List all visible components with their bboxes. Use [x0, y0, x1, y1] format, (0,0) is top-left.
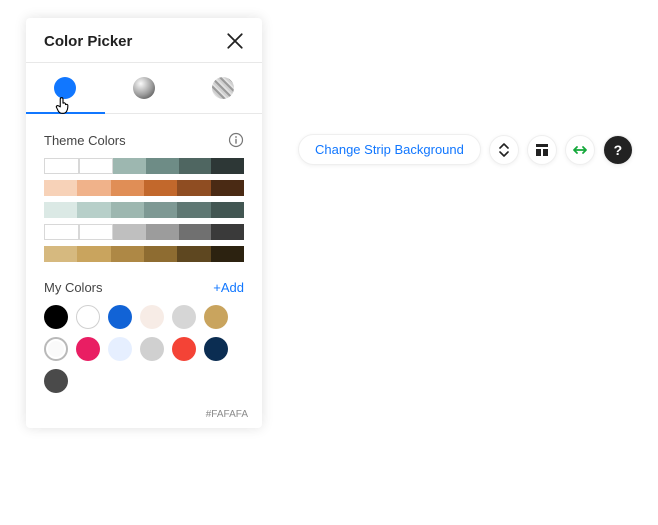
theme-color-row [44, 202, 244, 218]
my-color-swatch[interactable] [44, 369, 68, 393]
theme-swatch[interactable] [179, 158, 212, 174]
theme-swatch[interactable] [79, 158, 114, 174]
theme-swatch[interactable] [44, 202, 77, 218]
my-color-swatch[interactable] [44, 305, 68, 329]
theme-swatch[interactable] [211, 224, 244, 240]
my-color-swatch[interactable] [204, 305, 228, 329]
info-icon[interactable] [228, 132, 244, 148]
theme-swatch[interactable] [177, 180, 210, 196]
panel-header: Color Picker [26, 18, 262, 63]
theme-swatch[interactable] [113, 224, 146, 240]
my-color-swatch[interactable] [76, 337, 100, 361]
theme-colors-label: Theme Colors [44, 133, 126, 148]
add-color-link[interactable]: +Add [213, 280, 244, 295]
theme-swatch[interactable] [113, 158, 146, 174]
scroll-settings-button[interactable] [489, 135, 519, 165]
theme-color-row [44, 224, 244, 240]
my-color-swatch[interactable] [108, 305, 132, 329]
theme-swatch[interactable] [144, 202, 177, 218]
color-mode-tabs [26, 63, 262, 114]
theme-swatch[interactable] [77, 202, 110, 218]
theme-swatch[interactable] [111, 180, 144, 196]
layout-icon [534, 142, 550, 158]
gradient-icon [133, 77, 155, 99]
color-picker-panel: Color Picker Theme Colors My Colors +Add… [26, 18, 262, 428]
tab-solid-color[interactable] [26, 77, 105, 113]
theme-swatch[interactable] [77, 246, 110, 262]
double-chevron-icon [496, 142, 512, 158]
theme-swatch[interactable] [79, 224, 114, 240]
tab-gradient[interactable] [105, 77, 184, 113]
my-color-swatch[interactable] [44, 337, 68, 361]
my-colors-grid [44, 305, 244, 393]
theme-colors-header: Theme Colors [44, 132, 244, 148]
theme-swatch[interactable] [44, 180, 77, 196]
strip-toolbar: Change Strip Background ? [298, 134, 633, 165]
my-color-swatch[interactable] [108, 337, 132, 361]
close-icon[interactable] [226, 32, 244, 50]
theme-swatch[interactable] [177, 202, 210, 218]
panel-title: Color Picker [44, 33, 226, 50]
theme-swatch[interactable] [146, 158, 179, 174]
theme-swatch[interactable] [211, 202, 244, 218]
theme-swatch[interactable] [211, 158, 244, 174]
theme-swatch[interactable] [44, 246, 77, 262]
my-colors-label: My Colors [44, 280, 103, 295]
solid-color-icon [54, 77, 76, 99]
stretch-icon [572, 142, 588, 158]
theme-swatch[interactable] [144, 246, 177, 262]
theme-swatch[interactable] [111, 202, 144, 218]
theme-swatch[interactable] [44, 158, 79, 174]
my-colors-header: My Colors +Add [44, 280, 244, 295]
theme-color-row [44, 158, 244, 174]
tab-image[interactable] [183, 77, 262, 113]
stretch-button[interactable] [565, 135, 595, 165]
hex-value: #FAFAFA [26, 405, 262, 428]
image-fill-icon [212, 77, 234, 99]
theme-swatch[interactable] [179, 224, 212, 240]
theme-swatch[interactable] [44, 224, 79, 240]
layout-button[interactable] [527, 135, 557, 165]
theme-color-row [44, 246, 244, 262]
panel-body: Theme Colors My Colors +Add [26, 114, 262, 405]
change-strip-background-button[interactable]: Change Strip Background [298, 134, 481, 165]
theme-swatch[interactable] [211, 180, 244, 196]
theme-color-row [44, 180, 244, 196]
my-color-swatch[interactable] [172, 337, 196, 361]
theme-swatch[interactable] [111, 246, 144, 262]
my-color-swatch[interactable] [204, 337, 228, 361]
active-tab-indicator [26, 112, 105, 114]
theme-swatch[interactable] [77, 180, 110, 196]
theme-swatch[interactable] [177, 246, 210, 262]
theme-swatch[interactable] [146, 224, 179, 240]
help-button[interactable]: ? [603, 135, 633, 165]
my-color-swatch[interactable] [172, 305, 196, 329]
my-color-swatch[interactable] [140, 337, 164, 361]
theme-color-rows [44, 158, 244, 262]
my-color-swatch[interactable] [76, 305, 100, 329]
theme-swatch[interactable] [211, 246, 244, 262]
theme-swatch[interactable] [144, 180, 177, 196]
my-color-swatch[interactable] [140, 305, 164, 329]
